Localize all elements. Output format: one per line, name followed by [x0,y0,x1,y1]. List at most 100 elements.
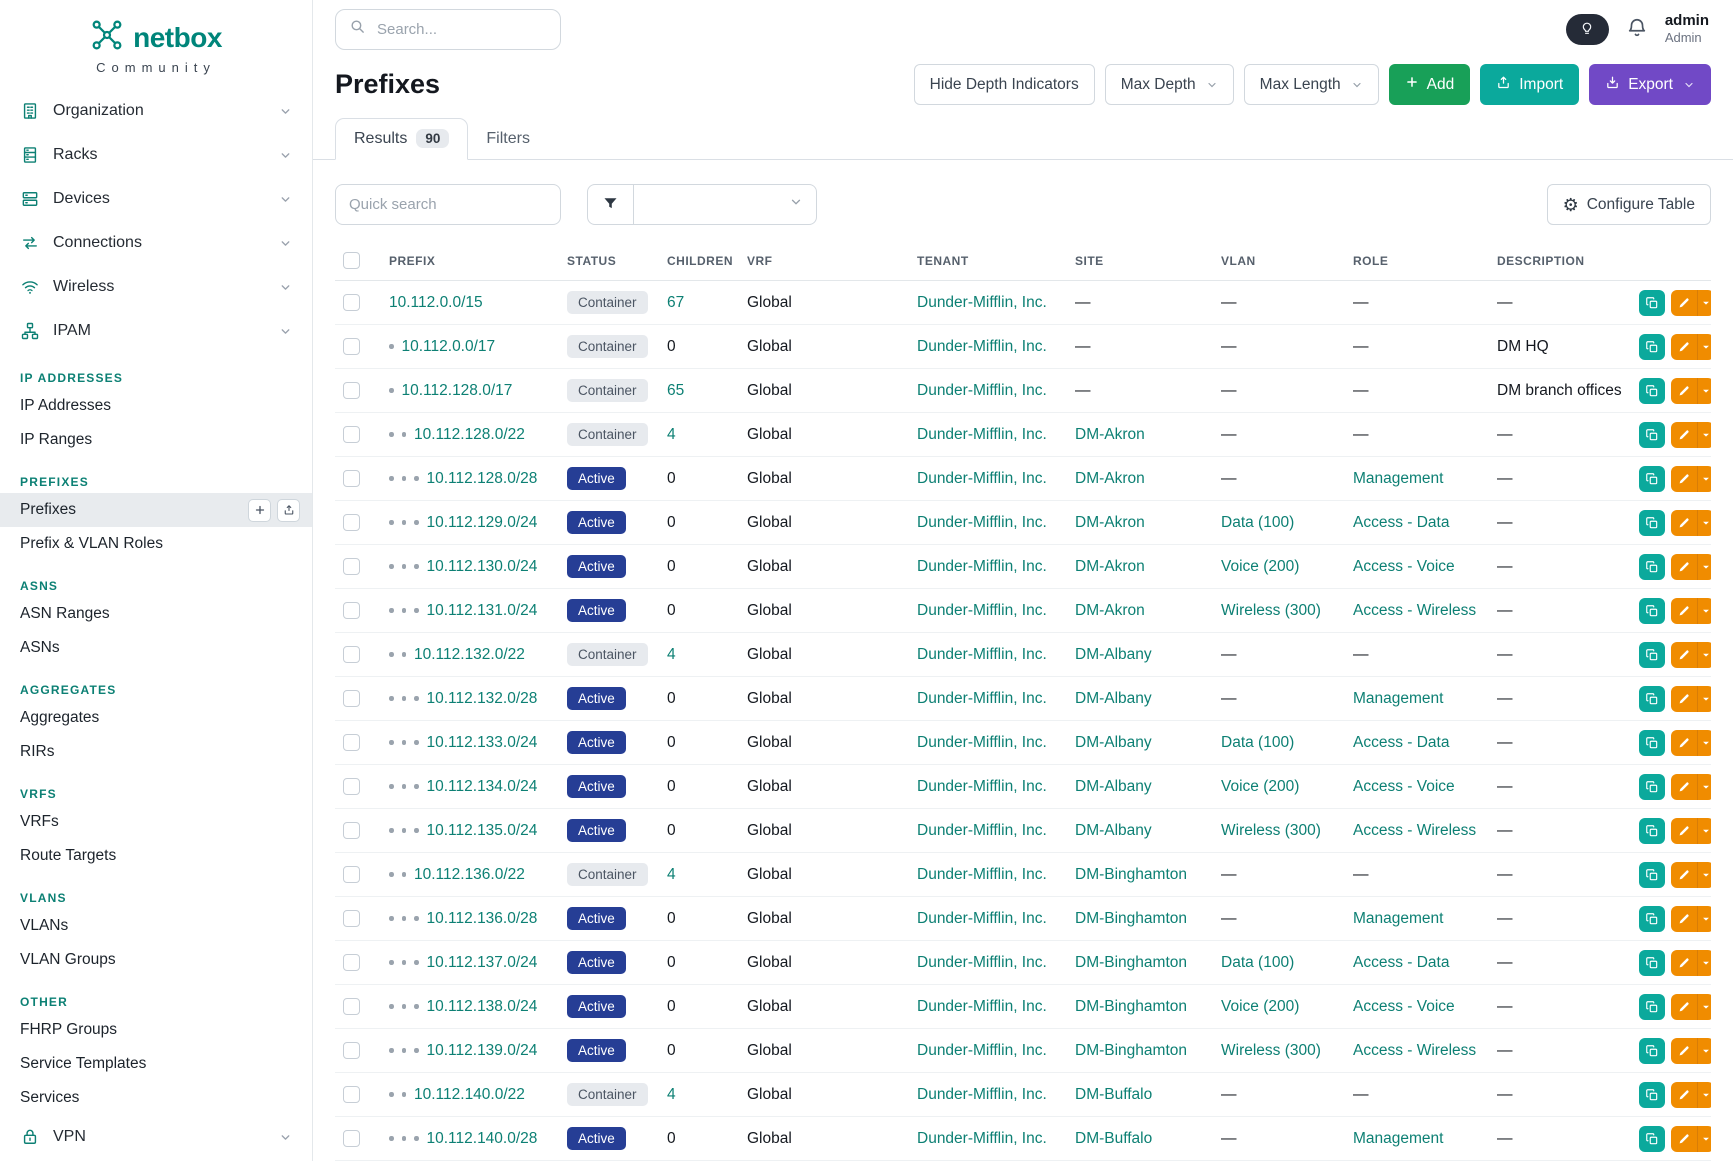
tenant-link[interactable]: Dunder-Mifflin, Inc. [917,294,1047,311]
filter-button[interactable] [587,184,634,225]
sidebar-item-asn-ranges[interactable]: ASN Ranges [0,597,312,631]
row-checkbox[interactable] [343,690,360,707]
sidebar-item-vlans[interactable]: VLANs [0,909,312,943]
sidebar-item-services[interactable]: Services [0,1081,312,1115]
edit-button[interactable] [1671,334,1697,360]
sidebar-item-ip-ranges[interactable]: IP Ranges [0,423,312,457]
prefix-link[interactable]: 10.112.133.0/24 [427,734,538,751]
edit-dropdown-button[interactable] [1697,466,1711,492]
vlan-link[interactable]: Data (100) [1221,514,1294,531]
tenant-link[interactable]: Dunder-Mifflin, Inc. [917,426,1047,443]
copy-button[interactable] [1639,510,1665,536]
copy-button[interactable] [1639,1038,1665,1064]
user-menu[interactable]: admin Admin [1665,12,1711,46]
tenant-link[interactable]: Dunder-Mifflin, Inc. [917,602,1047,619]
site-link[interactable]: DM-Binghamton [1075,998,1187,1015]
edit-dropdown-button[interactable] [1697,598,1711,624]
max-length-dropdown[interactable]: Max Length [1244,64,1379,105]
edit-button[interactable] [1671,1082,1697,1108]
copy-button[interactable] [1639,378,1665,404]
column-header-status[interactable]: STATUS [559,243,659,281]
prefix-link[interactable]: 10.112.136.0/22 [414,866,525,883]
max-depth-dropdown[interactable]: Max Depth [1105,64,1234,105]
edit-dropdown-button[interactable] [1697,774,1711,800]
edit-dropdown-button[interactable] [1697,290,1711,316]
edit-dropdown-button[interactable] [1697,1038,1711,1064]
site-link[interactable]: DM-Akron [1075,514,1145,531]
site-link[interactable]: DM-Albany [1075,778,1152,795]
edit-dropdown-button[interactable] [1697,994,1711,1020]
sidebar-item-ipam[interactable]: IPAM [0,309,312,353]
row-checkbox[interactable] [343,998,360,1015]
role-link[interactable]: Management [1353,470,1443,487]
row-checkbox[interactable] [343,1130,360,1147]
children-link[interactable]: 4 [667,426,676,443]
row-checkbox[interactable] [343,602,360,619]
sidebar-item-ip-addresses[interactable]: IP Addresses [0,389,312,423]
edit-button[interactable] [1671,862,1697,888]
prefix-link[interactable]: 10.112.138.0/24 [427,998,538,1015]
sidebar-item-rirs[interactable]: RIRs [0,735,312,769]
sidebar-item-racks[interactable]: Racks [0,133,312,177]
row-checkbox[interactable] [343,338,360,355]
role-link[interactable]: Access - Voice [1353,778,1455,795]
vlan-link[interactable]: Data (100) [1221,954,1294,971]
column-header-tenant[interactable]: TENANT [909,243,1067,281]
search-input[interactable] [375,20,547,39]
edit-dropdown-button[interactable] [1697,334,1711,360]
row-checkbox[interactable] [343,910,360,927]
row-checkbox[interactable] [343,382,360,399]
tab-results[interactable]: Results 90 [335,118,468,160]
copy-button[interactable] [1639,554,1665,580]
copy-button[interactable] [1639,334,1665,360]
sidebar-item-prefixes[interactable]: Prefixes [0,493,312,527]
saved-filter-select[interactable] [634,184,817,225]
role-link[interactable]: Access - Voice [1353,558,1455,575]
tenant-link[interactable]: Dunder-Mifflin, Inc. [917,778,1047,795]
export-dropdown[interactable]: Export [1589,64,1711,105]
copy-button[interactable] [1639,774,1665,800]
role-link[interactable]: Management [1353,910,1443,927]
prefix-link[interactable]: 10.112.130.0/24 [427,558,538,575]
edit-button[interactable] [1671,422,1697,448]
row-checkbox[interactable] [343,866,360,883]
site-link[interactable]: DM-Albany [1075,646,1152,663]
edit-dropdown-button[interactable] [1697,686,1711,712]
edit-button[interactable] [1671,1038,1697,1064]
row-checkbox[interactable] [343,1086,360,1103]
select-all-checkbox[interactable] [343,252,360,269]
role-link[interactable]: Access - Voice [1353,998,1455,1015]
prefix-link[interactable]: 10.112.132.0/28 [427,690,538,707]
role-link[interactable]: Access - Wireless [1353,822,1476,839]
edit-dropdown-button[interactable] [1697,378,1711,404]
tenant-link[interactable]: Dunder-Mifflin, Inc. [917,822,1047,839]
site-link[interactable]: DM-Binghamton [1075,954,1187,971]
prefix-link[interactable]: 10.112.132.0/22 [414,646,525,663]
copy-button[interactable] [1639,466,1665,492]
edit-dropdown-button[interactable] [1697,730,1711,756]
edit-button[interactable] [1671,598,1697,624]
row-checkbox[interactable] [343,426,360,443]
sidebar-item-vpn[interactable]: VPN [0,1115,312,1159]
copy-button[interactable] [1639,906,1665,932]
vlan-link[interactable]: Voice (200) [1221,778,1299,795]
edit-button[interactable] [1671,730,1697,756]
theme-toggle-button[interactable] [1566,14,1609,45]
column-header-description[interactable]: DESCRIPTION [1489,243,1631,281]
column-header-vrf[interactable]: VRF [739,243,909,281]
edit-dropdown-button[interactable] [1697,950,1711,976]
vlan-link[interactable]: Voice (200) [1221,558,1299,575]
tenant-link[interactable]: Dunder-Mifflin, Inc. [917,690,1047,707]
row-checkbox[interactable] [343,294,360,311]
prefix-link[interactable]: 10.112.140.0/28 [427,1130,538,1147]
edit-button[interactable] [1671,290,1697,316]
column-header-prefix[interactable]: PREFIX [381,243,559,281]
children-link[interactable]: 67 [667,294,684,311]
edit-button[interactable] [1671,642,1697,668]
site-link[interactable]: DM-Binghamton [1075,866,1187,883]
tab-filters[interactable]: Filters [468,120,548,159]
hide-depth-indicators-button[interactable]: Hide Depth Indicators [914,64,1095,105]
edit-button[interactable] [1671,554,1697,580]
site-link[interactable]: DM-Binghamton [1075,1042,1187,1059]
copy-button[interactable] [1639,422,1665,448]
